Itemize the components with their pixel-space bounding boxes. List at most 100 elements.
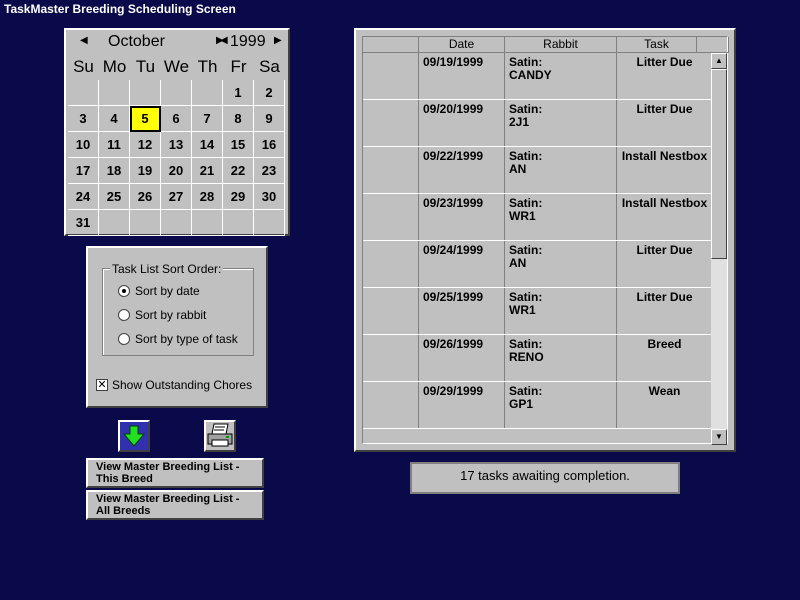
calendar-empty-cell: [99, 210, 130, 236]
table-row[interactable]: 09/22/1999 Satin: AN Install Nestbox: [363, 147, 713, 194]
window-title: TaskMaster Breeding Scheduling Screen: [0, 0, 800, 18]
calendar-day[interactable]: 8: [223, 106, 254, 132]
table-row[interactable]: 09/25/1999 Satin: WR1 Litter Due: [363, 288, 713, 335]
calendar-day[interactable]: 31: [68, 210, 99, 236]
column-header-task[interactable]: Task: [617, 37, 697, 53]
calendar-week-row: 10 11 12 13 14 15 16: [68, 132, 286, 158]
calendar-day[interactable]: 16: [254, 132, 285, 158]
row-select-cell[interactable]: [363, 194, 419, 240]
column-header-rabbit[interactable]: Rabbit: [505, 37, 617, 53]
calendar-day[interactable]: 3: [68, 106, 99, 132]
calendar-day[interactable]: 9: [254, 106, 285, 132]
task-date: 09/22/1999: [419, 147, 505, 193]
calendar-day[interactable]: 5: [130, 106, 161, 132]
calendar-day[interactable]: 19: [130, 158, 161, 184]
checkbox-label: Show Outstanding Chores: [112, 378, 253, 392]
radio-sort-by-task-type[interactable]: Sort by type of task: [118, 332, 238, 346]
checkbox-icon[interactable]: ✕: [96, 379, 108, 391]
calendar-day[interactable]: 13: [161, 132, 192, 158]
row-select-cell[interactable]: [363, 382, 419, 428]
column-header-select[interactable]: [363, 37, 419, 53]
radio-icon[interactable]: [118, 309, 130, 321]
go-back-arrow-icon[interactable]: [118, 420, 150, 452]
scroll-thumb[interactable]: [711, 69, 727, 259]
calendar-day[interactable]: 15: [223, 132, 254, 158]
calendar-weekday-row: Su Mo Tu We Th Fr Sa: [68, 54, 286, 80]
button-line-1: View Master Breeding List -: [96, 461, 240, 473]
prev-month-icon[interactable]: ◀: [80, 35, 88, 46]
calendar-day[interactable]: 30: [254, 184, 285, 210]
calendar-day[interactable]: 22: [223, 158, 254, 184]
calendar-day[interactable]: 18: [99, 158, 130, 184]
radio-label: Sort by type of task: [135, 332, 238, 346]
row-select-cell[interactable]: [363, 288, 419, 334]
calendar-empty-cell: [130, 210, 161, 236]
view-list-this-breed-button[interactable]: View Master Breeding List - This Breed: [86, 458, 264, 488]
task-date: 09/25/1999: [419, 288, 505, 334]
calendar-day[interactable]: 25: [99, 184, 130, 210]
table-row[interactable]: 09/23/1999 Satin: WR1 Install Nestbox: [363, 194, 713, 241]
task-scrollbar[interactable]: ▲ ▼: [711, 53, 727, 445]
calendar-day[interactable]: 10: [68, 132, 99, 158]
row-select-cell[interactable]: [363, 147, 419, 193]
task-date: 09/24/1999: [419, 241, 505, 287]
calendar-year[interactable]: 1999: [230, 33, 266, 51]
row-select-cell[interactable]: [363, 100, 419, 146]
printer-icon[interactable]: [204, 420, 236, 452]
task-rabbit: Satin: RENO: [505, 335, 617, 381]
table-row[interactable]: 09/29/1999 Satin: GP1 Wean: [363, 382, 713, 429]
calendar-day[interactable]: 12: [130, 132, 161, 158]
rabbit-name: RENO: [509, 350, 544, 364]
task-rabbit: Satin: WR1: [505, 288, 617, 334]
calendar-day[interactable]: 7: [192, 106, 223, 132]
table-row[interactable]: 09/20/1999 Satin: 2J1 Litter Due: [363, 100, 713, 147]
calendar-empty-cell: [161, 210, 192, 236]
row-select-cell[interactable]: [363, 241, 419, 287]
calendar-day[interactable]: 2: [254, 80, 285, 106]
task-rabbit: Satin: GP1: [505, 382, 617, 428]
task-rabbit: Satin: WR1: [505, 194, 617, 240]
calendar-day[interactable]: 27: [161, 184, 192, 210]
calendar-day[interactable]: 24: [68, 184, 99, 210]
calendar-day[interactable]: 29: [223, 184, 254, 210]
task-type: Wean: [617, 382, 713, 428]
radio-icon[interactable]: [118, 333, 130, 345]
rabbit-name: WR1: [509, 209, 536, 223]
calendar-day[interactable]: 26: [130, 184, 161, 210]
radio-sort-by-date[interactable]: Sort by date: [118, 284, 200, 298]
show-outstanding-checkbox[interactable]: ✕ Show Outstanding Chores: [96, 378, 252, 392]
calendar-day[interactable]: 14: [192, 132, 223, 158]
column-header-date[interactable]: Date: [419, 37, 505, 53]
status-text: 17 tasks awaiting completion.: [410, 462, 680, 494]
table-row[interactable]: 09/26/1999 Satin: RENO Breed: [363, 335, 713, 382]
calendar-day[interactable]: 6: [161, 106, 192, 132]
calendar-day[interactable]: 23: [254, 158, 285, 184]
calendar-day[interactable]: 21: [192, 158, 223, 184]
prev-year-icon[interactable]: ◀: [220, 35, 228, 46]
task-table: Date Rabbit Task 09/19/1999 Satin: CANDY Li…: [362, 36, 729, 445]
next-year-icon[interactable]: ▶: [274, 35, 282, 46]
calendar-empty-cell: [254, 210, 285, 236]
calendar-day[interactable]: 20: [161, 158, 192, 184]
table-row[interactable]: 09/19/1999 Satin: CANDY Litter Due: [363, 53, 713, 100]
calendar-day[interactable]: 11: [99, 132, 130, 158]
radio-sort-by-rabbit[interactable]: Sort by rabbit: [118, 308, 206, 322]
calendar-month[interactable]: October: [108, 33, 165, 51]
calendar-grid: Su Mo Tu We Th Fr Sa 1 2 3 4 5 6 7 8 9 10 11 12 13 14 15 16 17 1…: [68, 54, 286, 236]
calendar-empty-cell: [68, 80, 99, 106]
table-row[interactable]: 09/24/1999 Satin: AN Litter Due: [363, 241, 713, 288]
row-select-cell[interactable]: [363, 53, 419, 99]
calendar-day[interactable]: 28: [192, 184, 223, 210]
calendar-day[interactable]: 17: [68, 158, 99, 184]
calendar-week-row: 12: [68, 80, 286, 106]
calendar-day[interactable]: 1: [223, 80, 254, 106]
task-date: 09/19/1999: [419, 53, 505, 99]
sort-order-label: Task List Sort Order:: [110, 262, 224, 276]
scroll-up-icon[interactable]: ▲: [711, 53, 727, 69]
radio-icon[interactable]: [118, 285, 130, 297]
view-list-all-breeds-button[interactable]: View Master Breeding List - All Breeds: [86, 490, 264, 520]
rabbit-name: WR1: [509, 303, 536, 317]
row-select-cell[interactable]: [363, 335, 419, 381]
scroll-down-icon[interactable]: ▼: [711, 429, 727, 445]
calendar-day[interactable]: 4: [99, 106, 130, 132]
